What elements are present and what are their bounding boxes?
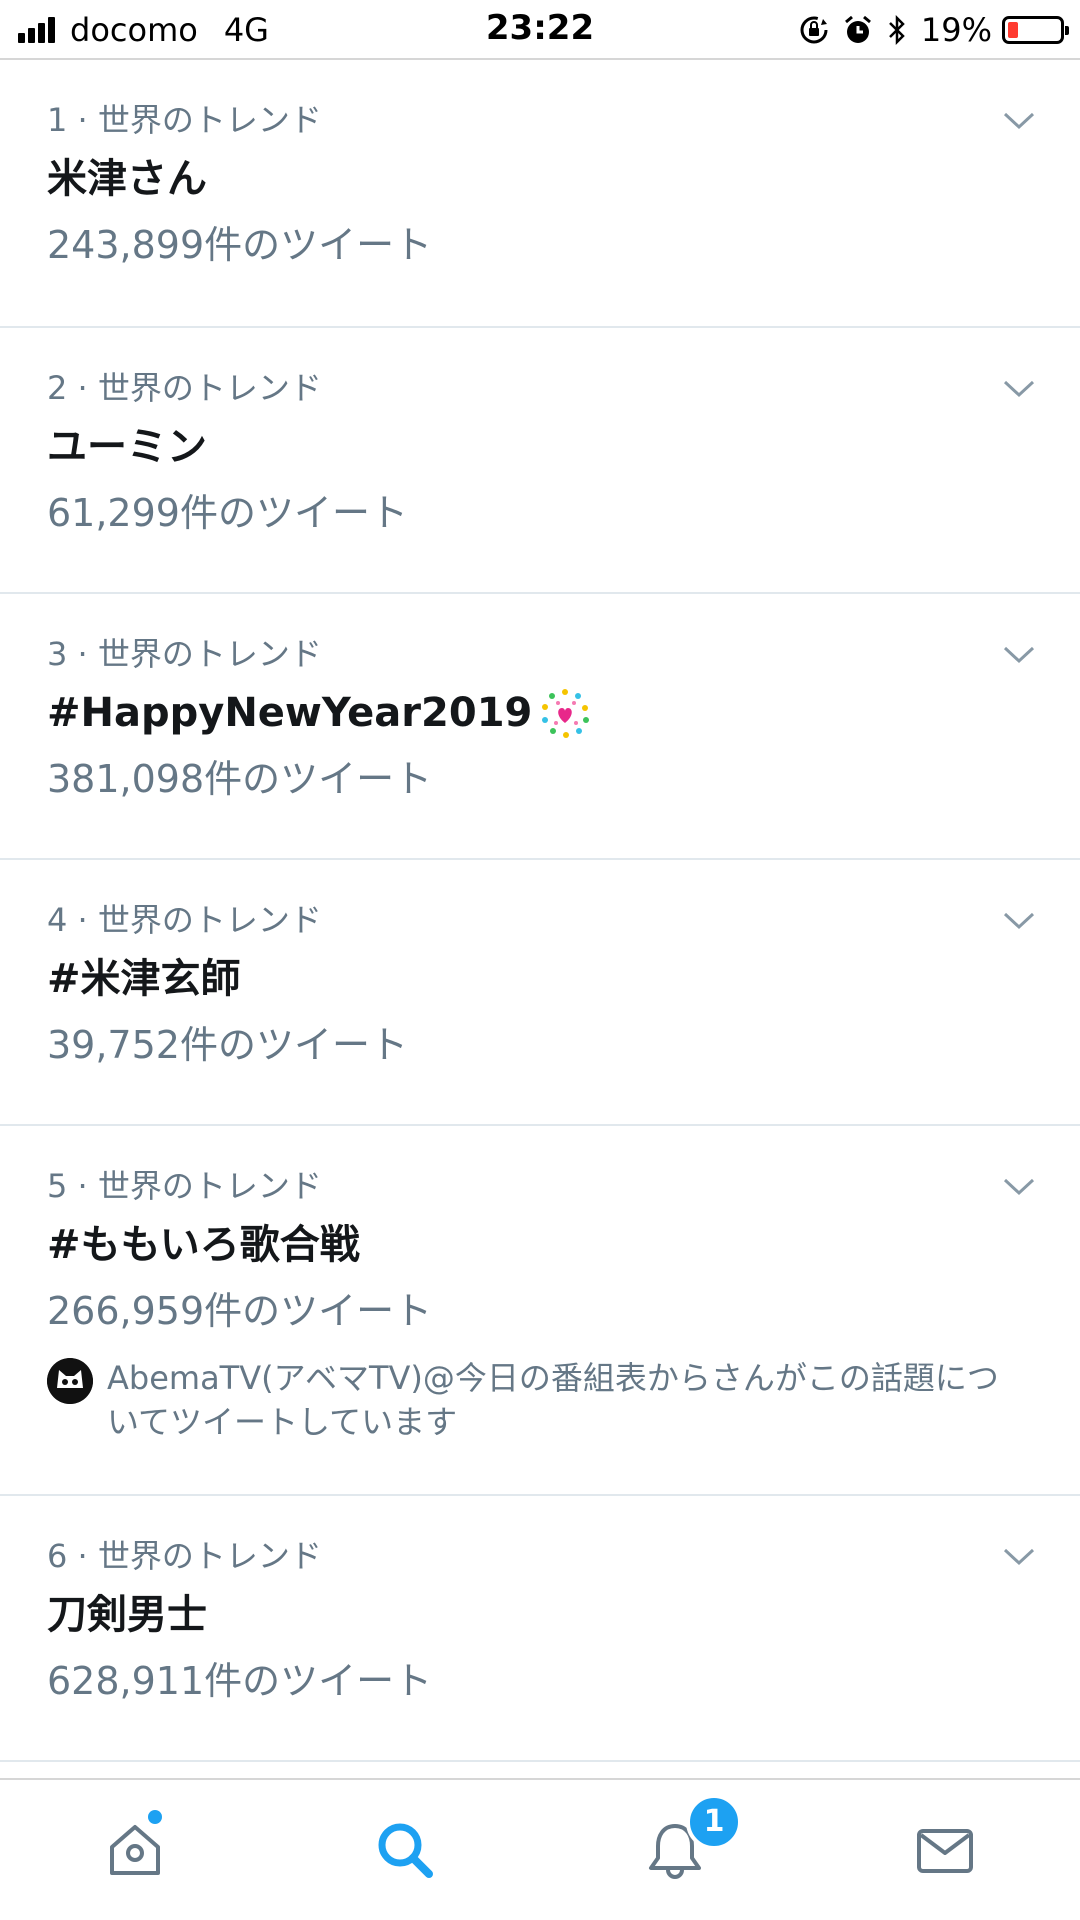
tab-home[interactable] (0, 1780, 270, 1920)
trend-tweet-count: 243,899件のツイート (47, 223, 433, 267)
trend-tweet-count: 39,752件のツイート (47, 1023, 408, 1067)
trend-item[interactable]: 3 · 世界のトレンド #HappyNewYear2019 381,098件のツ… (0, 594, 1080, 860)
chevron-down-icon[interactable] (1002, 644, 1036, 666)
battery-fill (1008, 22, 1018, 38)
trend-rank-label: 5 · 世界のトレンド (47, 1167, 322, 1205)
avatar (47, 1358, 93, 1404)
trend-tweet-count: 61,299件のツイート (47, 491, 408, 535)
trend-title: ユーミン (47, 424, 207, 470)
trend-title: #ももいろ歌合戦 (47, 1222, 360, 1268)
chevron-down-icon[interactable] (1002, 110, 1036, 132)
chevron-down-icon[interactable] (1002, 1176, 1036, 1198)
messages-icon[interactable] (914, 1819, 976, 1881)
notification-badge: 1 (686, 1794, 742, 1850)
battery-percent: 19% (920, 11, 992, 49)
trend-item[interactable]: 4 · 世界のトレンド #米津玄師 39,752件のツイート (0, 860, 1080, 1126)
battery-icon (1002, 16, 1069, 44)
status-bar: docomo 4G 23:22 19% (0, 0, 1080, 60)
trend-rank-label: 1 · 世界のトレンド (47, 101, 322, 139)
trend-title: #HappyNewYear2019 (47, 684, 1080, 742)
chevron-down-icon[interactable] (1002, 910, 1036, 932)
trend-title: 米津さん (47, 156, 207, 202)
chevron-down-icon[interactable] (1002, 378, 1036, 400)
tab-search[interactable] (270, 1780, 540, 1920)
sparkling-heart-fireworks-icon (542, 689, 590, 738)
trend-item[interactable]: 5 · 世界のトレンド #ももいろ歌合戦 266,959件のツイート Abema… (0, 1126, 1080, 1496)
status-right: 19% (799, 10, 1069, 50)
home-icon[interactable] (104, 1819, 166, 1881)
trend-rank-label: 4 · 世界のトレンド (47, 901, 322, 939)
tab-notifications[interactable]: 1 (540, 1780, 810, 1920)
trend-context-text: AbemaTV(アベマTV)@今日の番組表からさんがこの話題についてツイートして… (107, 1359, 999, 1441)
trend-context: AbemaTV(アベマTV)@今日の番組表からさんがこの話題についてツイートして… (47, 1356, 1080, 1444)
orientation-lock-icon (799, 15, 829, 45)
bluetooth-icon (887, 14, 907, 46)
trend-item[interactable]: 2 · 世界のトレンド ユーミン 61,299件のツイート (0, 328, 1080, 594)
tab-bar: 1 (0, 1778, 1080, 1920)
trend-rank-label: 6 · 世界のトレンド (47, 1537, 322, 1575)
trend-title-text: #HappyNewYear2019 (47, 690, 533, 736)
trend-tweet-count: 628,911件のツイート (47, 1659, 433, 1703)
alarm-icon (843, 15, 873, 45)
trend-list: 1 · 世界のトレンド 米津さん 243,899件のツイート 2 · 世界のトレ… (0, 60, 1080, 1762)
tab-messages[interactable] (810, 1780, 1080, 1920)
trend-title: #米津玄師 (47, 956, 241, 1002)
search-icon[interactable] (373, 1818, 437, 1882)
home-new-dot (148, 1810, 162, 1824)
chevron-down-icon[interactable] (1002, 1546, 1036, 1568)
trend-tweet-count: 381,098件のツイート (47, 757, 433, 801)
trend-rank-label: 2 · 世界のトレンド (47, 369, 322, 407)
trend-title: 刀剣男士 (47, 1592, 207, 1638)
trend-tweet-count: 266,959件のツイート (47, 1289, 433, 1333)
trend-item[interactable]: 1 · 世界のトレンド 米津さん 243,899件のツイート (0, 60, 1080, 328)
trend-item[interactable]: 6 · 世界のトレンド 刀剣男士 628,911件のツイート (0, 1496, 1080, 1762)
trend-rank-label: 3 · 世界のトレンド (47, 635, 322, 673)
